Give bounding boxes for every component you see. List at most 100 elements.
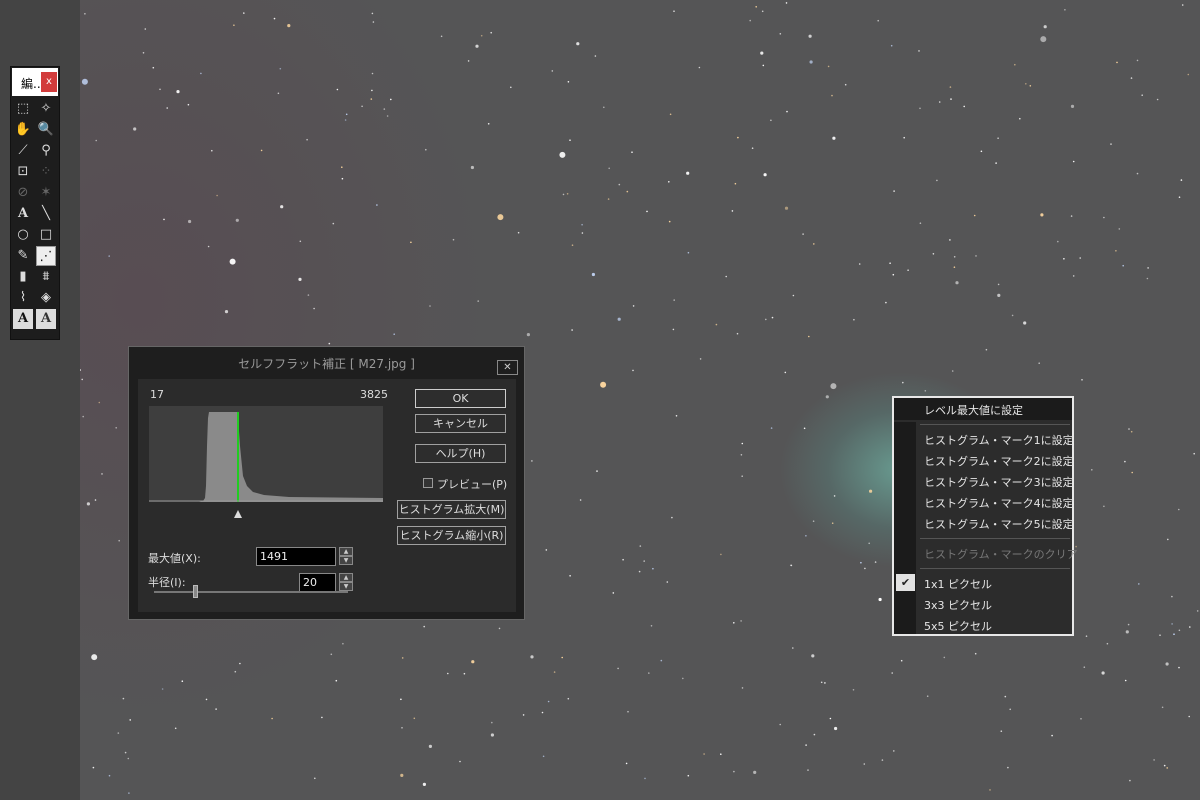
star (569, 139, 571, 141)
star (687, 251, 690, 254)
spin-up-icon[interactable]: ▲ (339, 547, 353, 556)
radius-input[interactable]: 20 (299, 573, 336, 592)
menu-item-set-level-max[interactable]: レベル最大値に設定 (924, 402, 1023, 418)
star (686, 171, 690, 175)
extract-icon[interactable]: ⁘ (36, 162, 56, 182)
spin-down-icon[interactable]: ▼ (339, 556, 353, 565)
level-icon[interactable]: ▮ (13, 267, 33, 287)
star (1083, 666, 1086, 668)
toolbox-close-button[interactable]: x (41, 72, 57, 92)
star (763, 173, 767, 177)
star (1167, 538, 1169, 541)
menu-item-1x1-pixel[interactable]: 1x1 ピクセル (924, 576, 992, 592)
star (1091, 469, 1093, 471)
star (133, 127, 137, 131)
histogram-marker-line[interactable] (237, 412, 239, 502)
star (890, 44, 893, 47)
star (765, 318, 767, 321)
star (646, 210, 648, 213)
radius-spinner[interactable]: ▲ ▼ (339, 573, 353, 592)
star (124, 751, 127, 754)
line-tool-icon[interactable]: ╲ (36, 204, 56, 224)
star (644, 777, 646, 780)
dialog-title[interactable]: セルフフラット補正 [ M27.jpg ] (129, 347, 524, 381)
text-outline-icon[interactable]: A (13, 309, 33, 329)
star (1004, 695, 1007, 698)
star-tool-icon[interactable]: ✶ (36, 183, 56, 203)
preview-label[interactable]: プレビュー(P) (437, 476, 507, 492)
stamp-icon[interactable]: ⩩ (36, 267, 56, 287)
radius-slider-track[interactable] (154, 591, 348, 593)
star (652, 567, 654, 570)
help-button[interactable]: ヘルプ(H) (415, 444, 506, 463)
menu-item-mark-4[interactable]: ヒストグラム・マーク4に設定 (924, 495, 1074, 511)
menu-item-mark-1[interactable]: ヒストグラム・マーク1に設定 (924, 432, 1074, 448)
max-value-input[interactable]: 1491 (256, 547, 336, 566)
menu-item-mark-2[interactable]: ヒストグラム・マーク2に設定 (924, 453, 1074, 469)
max-value-spinner[interactable]: ▲ ▼ (339, 547, 353, 566)
star (475, 44, 479, 48)
star (1173, 633, 1175, 635)
select-rect-icon[interactable]: ⬚ (13, 99, 33, 119)
star (1124, 460, 1126, 463)
histogram-zoom-out-button[interactable]: ヒストグラム縮小(R) (397, 526, 506, 545)
toolbox-titlebar[interactable]: 編.. x (12, 68, 58, 96)
star (207, 245, 210, 248)
star (571, 244, 574, 246)
eraser-icon[interactable]: ⊘ (13, 183, 33, 203)
star (874, 561, 877, 563)
star (703, 753, 705, 755)
menu-item-mark-5[interactable]: ヒストグラム・マーク5に設定 (924, 516, 1074, 532)
color-picker-icon[interactable]: ⚲ (36, 141, 56, 161)
histogram-panel[interactable] (149, 406, 383, 502)
preview-checkbox[interactable] (423, 478, 433, 488)
star (893, 750, 895, 752)
star (342, 642, 344, 645)
star (1070, 104, 1075, 108)
star (1051, 734, 1053, 737)
menu-item-mark-3[interactable]: ヒストグラム・マーク3に設定 (924, 474, 1074, 490)
star (84, 13, 86, 15)
dialog-close-button[interactable]: ✕ (497, 360, 518, 375)
star (386, 115, 389, 117)
star (807, 769, 809, 771)
perspective-icon[interactable]: ◈ (36, 288, 56, 308)
star (699, 358, 702, 360)
zoom-icon[interactable]: 🔍 (36, 120, 56, 140)
crop-icon[interactable]: ⊡ (13, 162, 33, 182)
spin-up-icon[interactable]: ▲ (339, 573, 353, 582)
hand-icon[interactable]: ✋ (13, 120, 33, 140)
spin-down-icon[interactable]: ▼ (339, 582, 353, 591)
star (643, 560, 645, 562)
histogram-pointer-triangle[interactable] (234, 510, 242, 518)
text-shadow-icon[interactable]: A (36, 309, 56, 329)
auto-select-icon[interactable]: ✧ (36, 99, 56, 119)
self-flat-icon[interactable]: ⋰ (36, 246, 56, 266)
menu-item-5x5-pixel[interactable]: 5x5 ピクセル (924, 618, 992, 634)
star (328, 342, 331, 345)
eyedropper-icon[interactable]: ⟋ (13, 141, 33, 161)
pencil-icon[interactable]: ✎ (13, 246, 33, 266)
star (673, 10, 675, 12)
star (1063, 258, 1065, 260)
star (953, 255, 956, 258)
star (638, 570, 641, 573)
star (277, 92, 280, 95)
ok-button[interactable]: OK (415, 389, 506, 408)
curve-icon[interactable]: ⌇ (13, 288, 33, 308)
star (830, 383, 837, 390)
radius-slider-thumb[interactable] (193, 585, 198, 598)
histogram-zoom-in-button[interactable]: ヒストグラム拡大(M) (397, 500, 506, 519)
star (335, 679, 338, 682)
star (571, 329, 573, 331)
star (919, 222, 922, 224)
star (617, 317, 621, 321)
star (229, 258, 236, 265)
ellipse-tool-icon[interactable]: ○ (13, 225, 33, 245)
rectangle-tool-icon[interactable]: □ (36, 225, 56, 245)
star (660, 659, 663, 662)
text-tool-icon[interactable]: A (13, 204, 33, 224)
cancel-button[interactable]: キャンセル (415, 414, 506, 433)
histogram-max-label: 3825 (360, 388, 388, 401)
menu-item-3x3-pixel[interactable]: 3x3 ピクセル (924, 597, 992, 613)
